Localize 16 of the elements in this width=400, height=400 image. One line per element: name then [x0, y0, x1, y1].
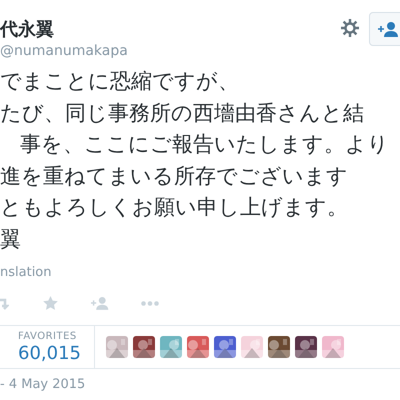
translate-link[interactable]: nslation: [0, 265, 400, 281]
tweet-text-line: ともよろしくお願い申し上げます。: [0, 194, 349, 221]
tweet-text-line: 翼: [0, 226, 22, 252]
add-person-icon: [378, 21, 400, 37]
tweet-text-line: たび、同じ事務所の西墻由香さんと結: [0, 100, 365, 126]
tweet-text-line: でまことに恐縮ですが、: [0, 68, 240, 95]
tweet-text-line: 事を、ここにご報告いたします。より: [19, 131, 390, 158]
tweet-date: - 4 May 2015: [0, 376, 86, 394]
favorites-count[interactable]: 60,015: [18, 343, 94, 365]
favorites-label[interactable]: FAVORITES: [18, 331, 94, 343]
star-icon[interactable]: [43, 296, 58, 310]
tweet-text-line: 進を重ねてまいる所存でございます: [0, 162, 349, 190]
author-handle[interactable]: @numanumakapa: [0, 42, 400, 60]
add-person-icon[interactable]: [91, 296, 110, 310]
more-icon[interactable]: [141, 300, 159, 306]
settings-icon[interactable]: [340, 18, 360, 38]
